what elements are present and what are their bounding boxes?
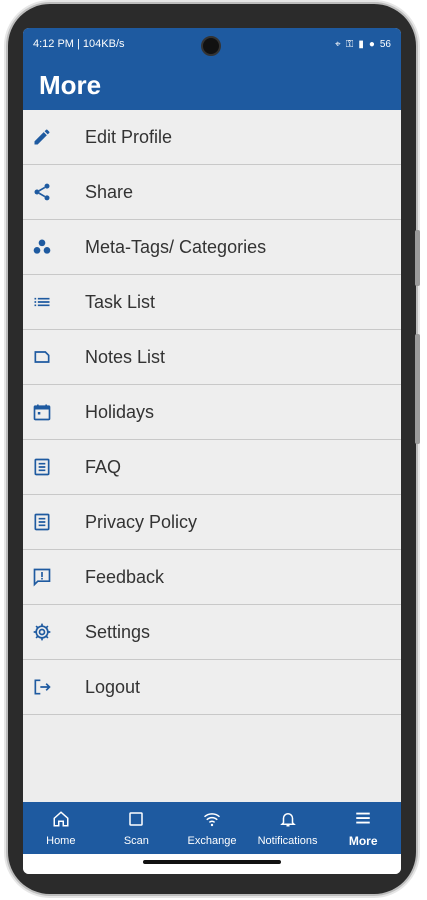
menu-icon <box>353 809 373 830</box>
menu-item-label: Notes List <box>85 346 166 367</box>
menu-item-task-list[interactable]: Task List <box>23 275 401 330</box>
menu-item-edit-profile[interactable]: Edit Profile <box>23 110 401 165</box>
nav-home[interactable]: Home <box>23 802 99 854</box>
nav-label: Scan <box>123 834 149 847</box>
list-icon <box>23 292 61 312</box>
phone-frame: 4:12 PM | 104KB/s ⌖ ⚿ ▮ ● 56 More Edit P… <box>8 4 420 894</box>
menu-item-label: Meta-Tags/ Categories <box>85 236 267 257</box>
calendar-icon <box>23 402 61 422</box>
pencil-icon <box>23 127 61 147</box>
scan-icon <box>127 810 145 831</box>
battery-level: 56 <box>379 38 391 50</box>
home-indicator[interactable] <box>143 860 281 864</box>
nav-more[interactable]: More <box>325 802 401 854</box>
menu-item-feedback[interactable]: Feedback <box>23 550 401 605</box>
gesture-area <box>23 854 401 874</box>
share-icon <box>23 182 61 202</box>
feedback-icon <box>23 567 61 587</box>
menu-item-label: Logout <box>85 676 141 697</box>
signal-icon: ▮ <box>358 38 364 50</box>
status-icons: ⌖ ⚿ ▮ ● 56 <box>335 39 391 50</box>
menu-item-label: Privacy Policy <box>85 511 198 532</box>
page-title: More <box>39 69 102 100</box>
power-button <box>415 334 420 444</box>
menu-item-label: Edit Profile <box>85 126 173 147</box>
camera-hole <box>201 36 221 56</box>
menu-item-label: Feedback <box>85 566 165 587</box>
app-bar: More <box>23 60 401 110</box>
menu-item-meta-tags[interactable]: Meta-Tags/ Categories <box>23 220 401 275</box>
wifi-icon <box>202 810 222 831</box>
key-icon: ⚿ <box>345 38 354 50</box>
location-icon: ⌖ <box>335 38 341 50</box>
logout-icon <box>23 677 61 697</box>
home-icon <box>52 810 70 831</box>
menu-item-label: Task List <box>85 291 156 312</box>
menu-item-logout[interactable]: Logout <box>23 660 401 715</box>
bottom-nav: Home Scan Exchange Notifications More <box>23 802 401 854</box>
nav-label: Exchange <box>187 834 237 847</box>
category-icon <box>23 237 61 257</box>
volume-button <box>415 230 420 286</box>
nav-label: Notifications <box>257 834 318 847</box>
menu-list: Edit Profile Share Meta-Tags/ Categories <box>23 110 401 715</box>
menu-item-notes-list[interactable]: Notes List <box>23 330 401 385</box>
nav-label: More <box>348 833 378 848</box>
menu-item-label: Share <box>85 181 134 202</box>
menu-item-faq[interactable]: FAQ <box>23 440 401 495</box>
menu-item-holidays[interactable]: Holidays <box>23 385 401 440</box>
screen: 4:12 PM | 104KB/s ⌖ ⚿ ▮ ● 56 More Edit P… <box>23 28 401 874</box>
document-icon <box>23 512 61 532</box>
menu-item-share[interactable]: Share <box>23 165 401 220</box>
nav-scan[interactable]: Scan <box>99 802 175 854</box>
gear-icon <box>23 622 61 642</box>
nav-notifications[interactable]: Notifications <box>250 802 326 854</box>
menu-item-label: Settings <box>85 621 151 642</box>
document-icon <box>23 457 61 477</box>
menu-item-label: Holidays <box>85 401 155 422</box>
status-time: 4:12 PM | 104KB/s <box>33 38 125 50</box>
note-icon <box>23 347 61 367</box>
bell-icon <box>279 810 297 831</box>
menu-item-privacy-policy[interactable]: Privacy Policy <box>23 495 401 550</box>
nav-exchange[interactable]: Exchange <box>174 802 250 854</box>
menu-item-label: FAQ <box>85 456 122 477</box>
menu-item-settings[interactable]: Settings <box>23 605 401 660</box>
battery-icon: ● <box>368 38 375 50</box>
nav-label: Home <box>46 834 76 847</box>
